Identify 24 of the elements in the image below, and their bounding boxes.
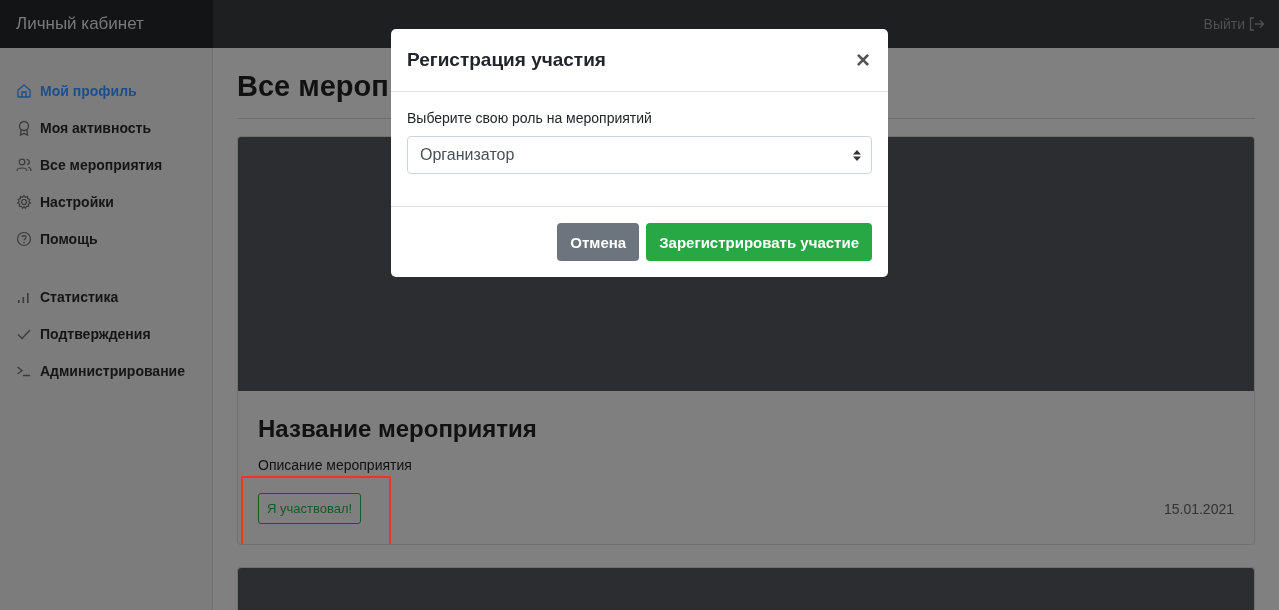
logout-icon	[1249, 17, 1265, 31]
event-description: Описание мероприятия	[258, 457, 413, 473]
sidebar-item[interactable]: Администрирование	[0, 352, 185, 389]
award-icon	[16, 119, 32, 136]
sidebar-item[interactable]: Статистика	[0, 278, 119, 315]
event-title: Название мероприятия	[258, 415, 538, 443]
register-button[interactable]: Зарегистрировать участие	[646, 223, 872, 261]
field-label: Выберите свою роль на мероприятий	[407, 110, 652, 126]
sidebar-item[interactable]: Настройки	[0, 183, 114, 220]
settings-icon	[16, 193, 32, 210]
people-icon	[16, 156, 32, 173]
sidebar-item[interactable]: Все мероприятия	[0, 146, 163, 183]
sidebar-item[interactable]: Подтверждения	[0, 315, 151, 352]
modal-title: Регистрация участия	[407, 49, 606, 71]
role-select[interactable]: Организатор	[407, 136, 872, 174]
sidebar-item[interactable]: Помощь	[0, 220, 98, 257]
select-arrows-icon	[853, 149, 861, 161]
event-date: 15.01.2021	[1163, 500, 1234, 517]
help-icon	[16, 230, 32, 247]
cancel-button[interactable]: Отмена	[557, 223, 640, 261]
page-heading: Все мероп	[237, 69, 389, 104]
home-icon	[16, 82, 32, 99]
sidebar-item[interactable]: Моя активность	[0, 109, 152, 146]
close-button[interactable]: ×	[854, 48, 872, 72]
